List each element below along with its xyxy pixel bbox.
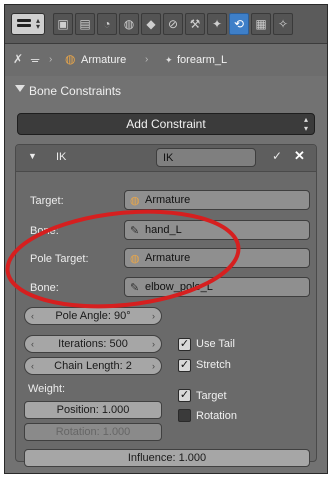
pole-target-field[interactable]: ◍ Armature [124,248,310,268]
pole-target-label: Pole Target: [30,253,89,265]
texture-tab[interactable]: ▦ [251,13,271,35]
increment-arrow-icon: › [152,361,155,371]
pin-icon[interactable]: ✗ [13,52,23,66]
panel-title: Bone Constraints [29,84,122,98]
breadcrumb-bone: forearm_L [177,54,228,66]
chain-length-value: Chain Length: 2 [54,360,132,372]
breadcrumb-separator: › [145,54,149,65]
influence-value: Influence: 1.000 [127,452,207,464]
pole-bone-value: elbow_pole_L [145,281,213,293]
camera-icon: ▣ [57,17,69,31]
collapse-chevron-icon[interactable]: ▼ [28,151,37,161]
close-icon[interactable]: ✕ [294,148,305,164]
decrement-arrow-icon: ‹ [31,339,34,349]
editor-type-button[interactable]: ▴ ▾ [11,13,45,35]
layers-tab[interactable]: ▤ [75,13,95,35]
properties-tab-bar: ▴ ▾ ▣ ▤ ◔ ◍ ◆ ⊘ ⚒ ✦ ⟲ ▦ ✧ [5,5,327,44]
armature-context-icon: ᚚ [31,52,40,66]
particles-tab[interactable]: ✧ [273,13,293,35]
use-tail-label: Use Tail [196,338,235,350]
rotation-weight-slider: Rotation: 1.000 [24,423,162,441]
weight-label: Weight: [28,383,66,395]
position-weight-value: Position: 1.000 [56,404,130,416]
constraint-name-input[interactable]: IK [156,148,256,167]
layers-icon: ▤ [79,17,91,31]
pole-angle-value: Pole Angle: 90° [55,310,131,322]
object-icon: ◆ [146,17,156,31]
rotation-check-label: Rotation [196,410,237,422]
chain-length-field[interactable]: ‹ Chain Length: 2 › [24,357,162,375]
add-constraint-label: Add Constraint [126,117,206,131]
target-value: Armature [145,194,191,206]
render-tab[interactable]: ▣ [53,13,73,35]
bone-constraints-panel-header[interactable]: Bone Constraints [11,81,321,101]
chain-icon: ⊘ [167,17,179,31]
chevron-updown-icon: ▴ ▾ [35,16,40,31]
pole-target-value: Armature [145,252,191,264]
checker-icon: ▦ [255,17,267,31]
pole-angle-slider[interactable]: ‹ Pole Angle: 90° › [24,307,162,325]
target-field[interactable]: ◍ Armature [124,190,310,210]
bone-constraint-tab[interactable]: ⟲ [229,13,249,35]
stretch-label: Stretch [196,359,231,371]
rotation-weight-value: Rotation: 1.000 [55,426,131,438]
bone-constraint-icon: ⟲ [233,17,245,31]
constraint-header: ▼ IK IK ✓ ✕ [16,145,316,172]
scene-tab[interactable]: ◔ [97,13,117,35]
wrench-icon: ⚒ [189,17,201,31]
object-tab[interactable]: ◆ [141,13,161,35]
stretch-checkbox[interactable]: ✓ [178,359,191,372]
target-check-label: Target [196,390,227,402]
target-checkbox[interactable]: ✓ [178,389,191,402]
target-label: Target: [30,195,64,207]
bone-value: hand_L [145,224,182,236]
bone-icon: ✦ [211,17,223,31]
armature-object-icon: ◍ [130,195,140,207]
influence-slider[interactable]: Influence: 1.000 [24,449,310,467]
rotation-checkbox[interactable] [178,409,191,422]
bone-icon: ✎ [130,225,140,237]
panel-collapse-icon [15,85,25,92]
bone-icon: ✎ [130,282,140,294]
particles-icon: ✧ [277,17,289,31]
bone-icon: ✦ [165,55,173,65]
bone-label: Bone: [30,225,59,237]
breadcrumb-armature: Armature [81,54,127,66]
constraint-name-text: IK [163,152,174,164]
constraint-tab[interactable]: ⊘ [163,13,183,35]
chevron-updown-icon: ▴ ▾ [303,115,308,133]
constraint-type-label: IK [56,151,67,163]
use-tail-checkbox[interactable]: ✓ [178,338,191,351]
add-constraint-button[interactable]: Add Constraint ▴ ▾ [17,113,315,135]
world-tab[interactable]: ◍ [119,13,139,35]
increment-arrow-icon: › [152,311,155,321]
properties-editor: ▴ ▾ ▣ ▤ ◔ ◍ ◆ ⊘ ⚒ ✦ ⟲ ▦ ✧ ✗ ᚚ › ◍ Armatur… [4,4,328,474]
pole-bone-label: Bone: [30,282,59,294]
decrement-arrow-icon: ‹ [31,311,34,321]
scene-icon: ◔ [103,17,111,31]
armature-object-icon: ◍ [130,253,140,265]
iterations-value: Iterations: 500 [58,338,128,350]
world-icon: ◍ [123,17,135,31]
ik-constraint-box: ▼ IK IK ✓ ✕ Target: ◍ Armature Bone: ✎ h… [15,144,317,467]
pole-bone-field[interactable]: ✎ elbow_pole_L [124,277,310,297]
increment-arrow-icon: › [152,339,155,349]
bone-tab[interactable]: ✦ [207,13,227,35]
bone-field[interactable]: ✎ hand_L [124,220,310,240]
modifier-tab[interactable]: ⚒ [185,13,205,35]
decrement-arrow-icon: ‹ [31,361,34,371]
iterations-field[interactable]: ‹ Iterations: 500 › [24,335,162,353]
editor-type-icon [17,19,31,29]
checkmark-icon[interactable]: ✓ [272,149,282,163]
breadcrumb: ✗ ᚚ › ◍ Armature › ✦ forearm_L [5,44,327,76]
position-weight-slider[interactable]: Position: 1.000 [24,401,162,419]
armature-object-icon: ◍ [65,52,76,66]
breadcrumb-separator: › [49,54,53,65]
